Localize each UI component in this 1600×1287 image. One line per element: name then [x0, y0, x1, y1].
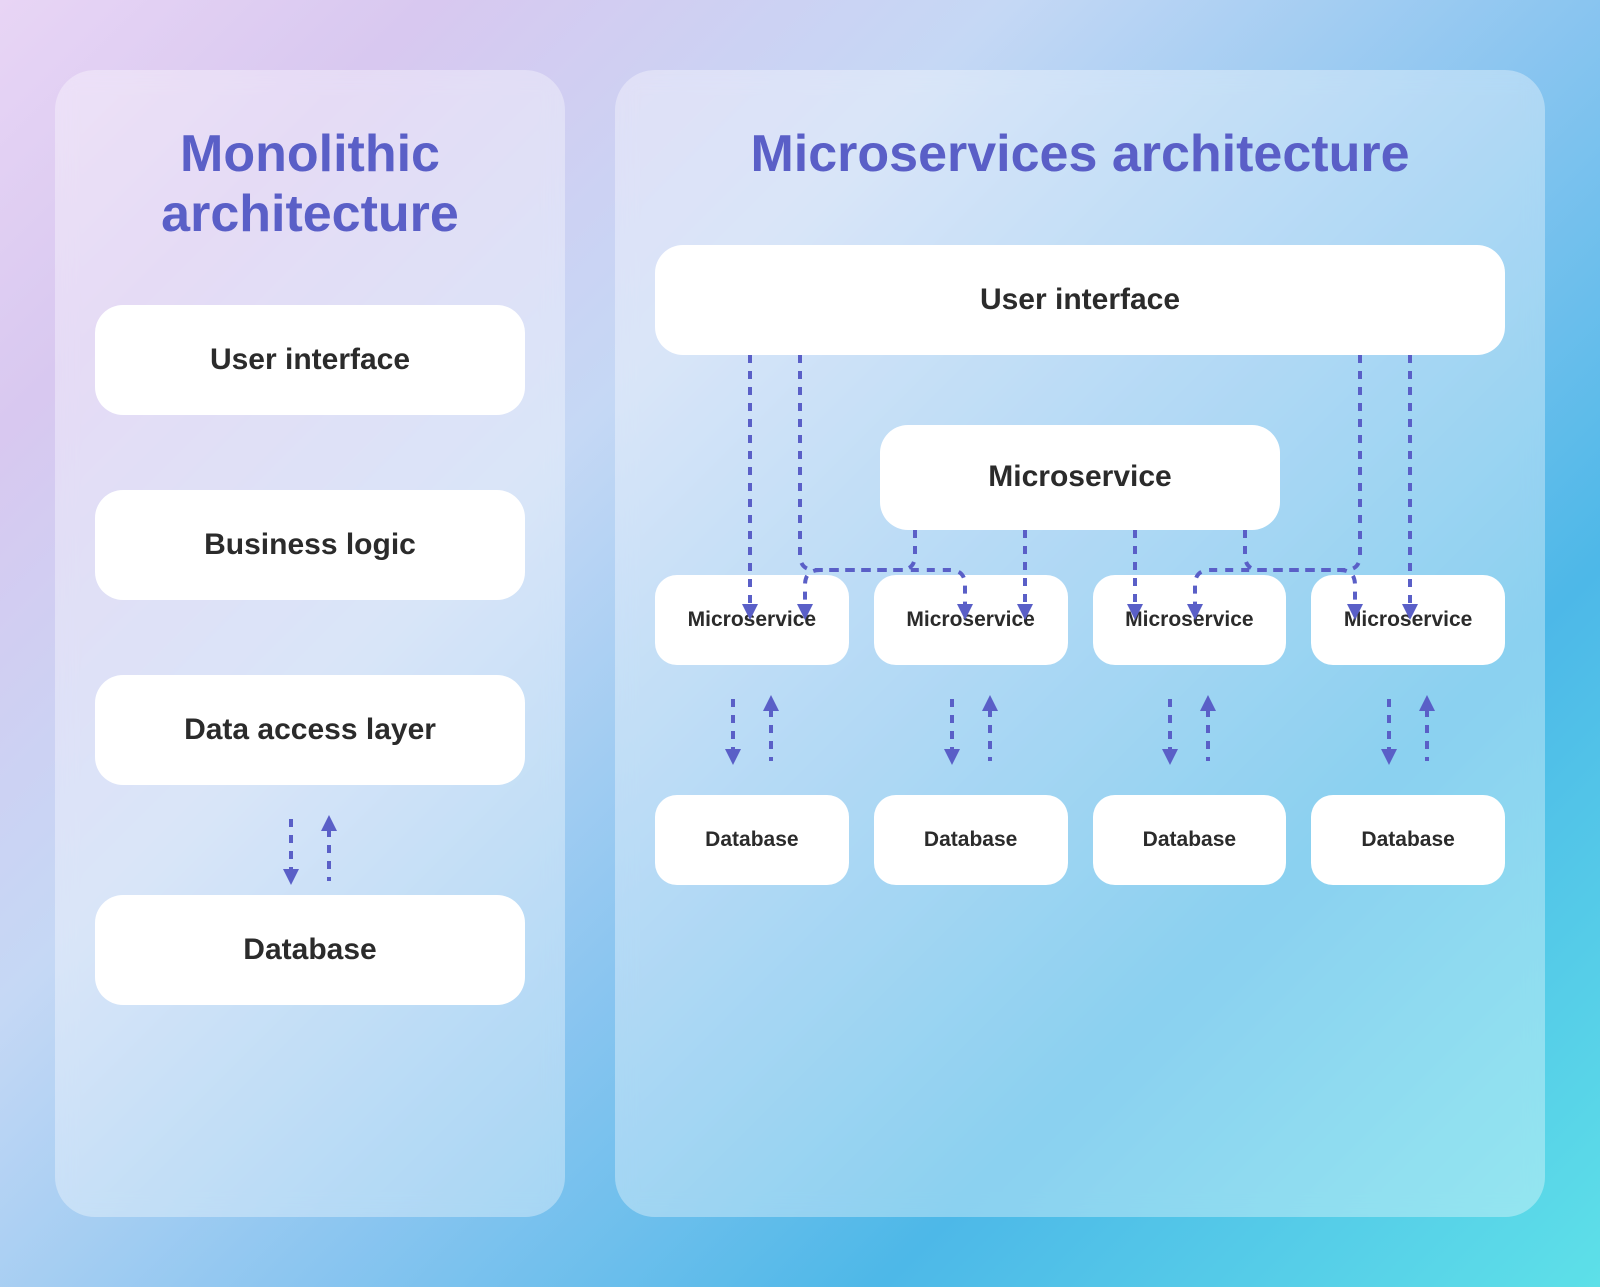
ms-user-interface: User interface	[655, 245, 1505, 355]
bidirectional-arrow-icon	[95, 815, 525, 885]
layer-data-access: Data access layer	[95, 675, 525, 785]
database-box: Database	[1093, 795, 1287, 885]
database-box: Database	[1311, 795, 1505, 885]
monolithic-stack: User interface Business logic Data acces…	[95, 305, 525, 1005]
database-box: Database	[874, 795, 1068, 885]
monolithic-panel: Monolithic architecture User interface B…	[55, 70, 565, 1217]
ms-middle-service: Microservice	[880, 425, 1280, 530]
microservices-panel: Microservices architecture User interfac…	[615, 70, 1545, 1217]
database-row: Database Database Database Database	[655, 795, 1505, 885]
db-arrow-row	[655, 695, 1505, 765]
database-box: Database	[655, 795, 849, 885]
bidirectional-arrow-icon	[940, 695, 1002, 765]
layer-database: Database	[95, 895, 525, 1005]
microservices-title: Microservices architecture	[655, 125, 1505, 185]
connector-diagram: Microservice	[655, 355, 1505, 575]
layer-user-interface: User interface	[95, 305, 525, 415]
microservices-stack: User interface	[655, 245, 1505, 885]
bidirectional-arrow-icon	[1377, 695, 1439, 765]
layer-business-logic: Business logic	[95, 490, 525, 600]
bidirectional-arrow-icon	[1158, 695, 1220, 765]
bidirectional-arrow-icon	[721, 695, 783, 765]
monolithic-title: Monolithic architecture	[95, 125, 525, 245]
